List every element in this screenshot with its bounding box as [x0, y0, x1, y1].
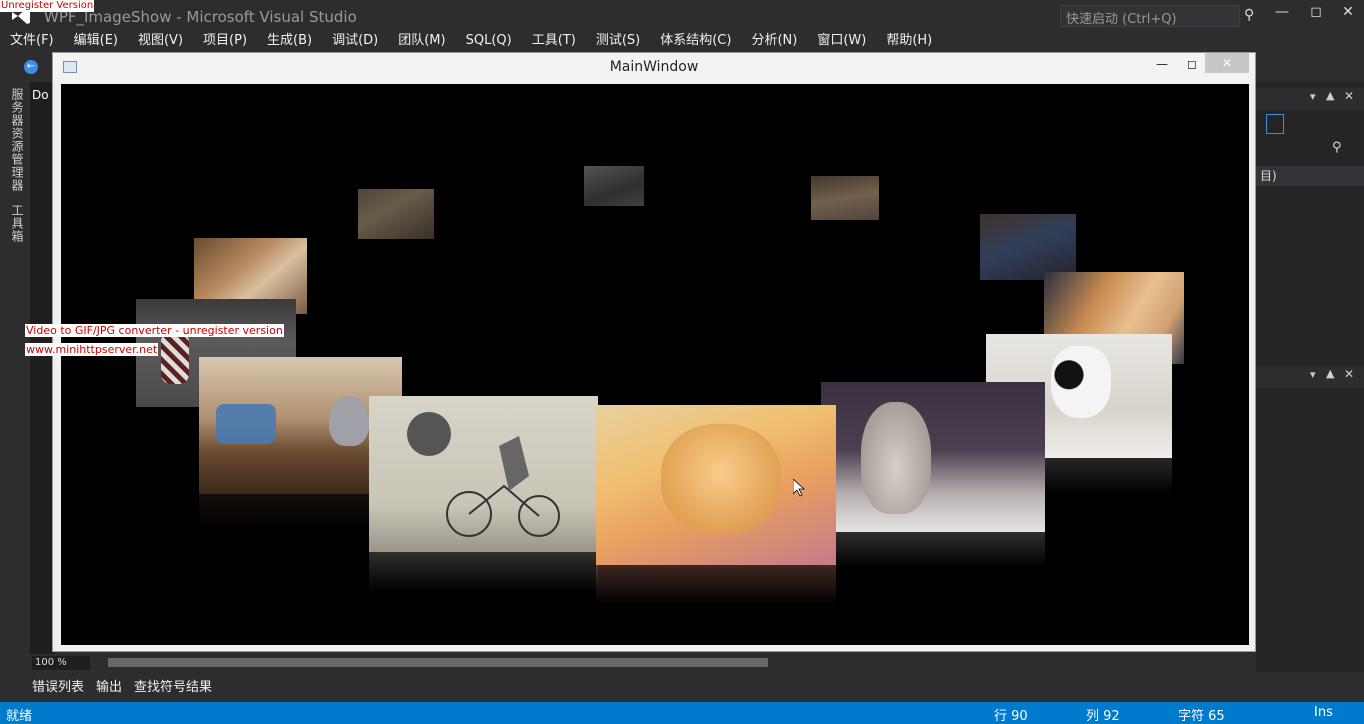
menu-item-2[interactable]: 视图(V): [128, 32, 193, 52]
menu-item-4[interactable]: 生成(B): [257, 32, 322, 52]
editor-scroll-bar: 100 %: [30, 654, 1010, 672]
horizontal-scrollbar[interactable]: [108, 658, 768, 667]
pin-icon[interactable]: ▲: [1326, 367, 1334, 380]
main-window-title-bar: MainWindow — ◻ ✕: [53, 53, 1255, 83]
minimize-button[interactable]: —: [1268, 4, 1296, 20]
menu-item-6[interactable]: 团队(M): [388, 32, 455, 52]
server-explorer-tab[interactable]: 服务器资源管理器: [9, 88, 26, 192]
close-button[interactable]: ✕: [1334, 4, 1362, 20]
mouse-cursor-icon: [793, 479, 805, 497]
menu-bar: 文件(F) 编辑(E) 视图(V) 项目(P) 生成(B) 调试(D) 团队(M) SQL(Q…: [0, 32, 1364, 52]
status-bar: 就绪 行 90 列 92 字符 65 Ins: [0, 702, 1364, 724]
menu-item-7[interactable]: SQL(Q): [456, 32, 522, 52]
photo-cats-group[interactable]: [358, 189, 434, 239]
right-tool-panel: ▾ ▲ ✕ ⚲ 目) ▾ ▲ ✕: [1256, 82, 1364, 672]
editor-area-left: [30, 82, 54, 654]
status-column: 列 92: [1086, 709, 1120, 724]
main-window-title: MainWindow: [609, 59, 699, 75]
toolbox-tab[interactable]: 工具箱: [9, 204, 26, 243]
search-icon[interactable]: ⚲: [1244, 7, 1254, 23]
panel-header: ▾ ▲ ✕: [1256, 88, 1364, 110]
blue-shoe: [216, 404, 276, 444]
photo-cat-lying[interactable]: [811, 176, 879, 220]
close-button[interactable]: ✕: [1205, 53, 1249, 73]
site-watermark: www.minihttpserver.net: [25, 343, 159, 356]
menu-item-3[interactable]: 项目(P): [193, 32, 257, 52]
dropdown-arrow-icon[interactable]: ▾: [1310, 368, 1316, 381]
menu-item-10[interactable]: 体系结构(C): [650, 32, 741, 52]
status-insert-mode: Ins: [1314, 705, 1333, 720]
menu-item-5[interactable]: 调试(D): [322, 32, 388, 52]
unregister-watermark: Unregister Version: [0, 0, 95, 12]
photo-orange-kitten-reflection: [596, 565, 836, 605]
maximize-button[interactable]: ◻: [1177, 55, 1207, 75]
bottom-tab-2[interactable]: 查找符号结果: [132, 672, 218, 700]
sweater-pattern: [161, 332, 189, 384]
menu-item-0[interactable]: 文件(F): [0, 32, 64, 52]
puppy-figure: [1051, 346, 1111, 418]
photo-bunny-reflection: [821, 532, 1045, 568]
close-panel-icon[interactable]: ✕: [1344, 367, 1354, 381]
kitten-figure: [329, 396, 369, 446]
menu-item-12[interactable]: 窗口(W): [807, 32, 876, 52]
document-tab[interactable]: Do: [32, 88, 54, 110]
sketch-lines: [407, 412, 560, 537]
photo-cat-bike-sketch-reflection: [369, 552, 598, 592]
photo-bunny[interactable]: [821, 382, 1045, 532]
status-ready: 就绪: [6, 709, 33, 724]
photo-cat-white-small[interactable]: [584, 166, 644, 206]
panel-tree-item[interactable]: 目): [1256, 166, 1364, 186]
panel-header-2: ▾ ▲ ✕: [1256, 366, 1364, 388]
navigate-back-icon[interactable]: ←: [24, 60, 38, 74]
vs-title-bar: WPF_ImageShow - Microsoft Visual Studio …: [0, 0, 1364, 32]
quick-launch-input[interactable]: 快速启动 (Ctrl+Q): [1060, 5, 1240, 27]
status-line: 行 90: [994, 709, 1028, 724]
menu-item-8[interactable]: 工具(T): [522, 32, 586, 52]
menu-item-13[interactable]: 帮助(H): [876, 32, 942, 52]
menu-item-1[interactable]: 编辑(E): [64, 32, 128, 52]
main-window: MainWindow — ◻ ✕: [52, 52, 1256, 652]
image-carousel-canvas[interactable]: [61, 84, 1249, 645]
dropdown-arrow-icon[interactable]: ▾: [1310, 90, 1316, 103]
left-tool-strip: 服务器资源管理器 工具箱: [0, 82, 30, 702]
sync-icon[interactable]: [1266, 114, 1284, 134]
minimize-button[interactable]: —: [1147, 55, 1177, 75]
converter-watermark: Video to GIF/JPG converter - unregister …: [25, 324, 284, 337]
zoom-select[interactable]: 100 %: [32, 656, 90, 670]
photo-cat-blue-hat[interactable]: [980, 214, 1076, 280]
status-char: 字符 65: [1178, 709, 1225, 724]
search-icon[interactable]: ⚲: [1332, 140, 1342, 155]
close-panel-icon[interactable]: ✕: [1344, 89, 1354, 103]
orange-kitten-figure: [661, 424, 781, 534]
bottom-tab-1[interactable]: 输出: [94, 672, 128, 700]
menu-item-11[interactable]: 分析(N): [741, 32, 807, 52]
bottom-tab-0[interactable]: 错误列表: [30, 672, 90, 700]
maximize-button[interactable]: ◻: [1302, 4, 1330, 20]
bottom-tool-tabs: 错误列表 输出 查找符号结果: [30, 672, 222, 700]
pin-icon[interactable]: ▲: [1326, 89, 1334, 102]
menu-item-9[interactable]: 测试(S): [586, 32, 650, 52]
bunny-figure: [861, 402, 931, 514]
